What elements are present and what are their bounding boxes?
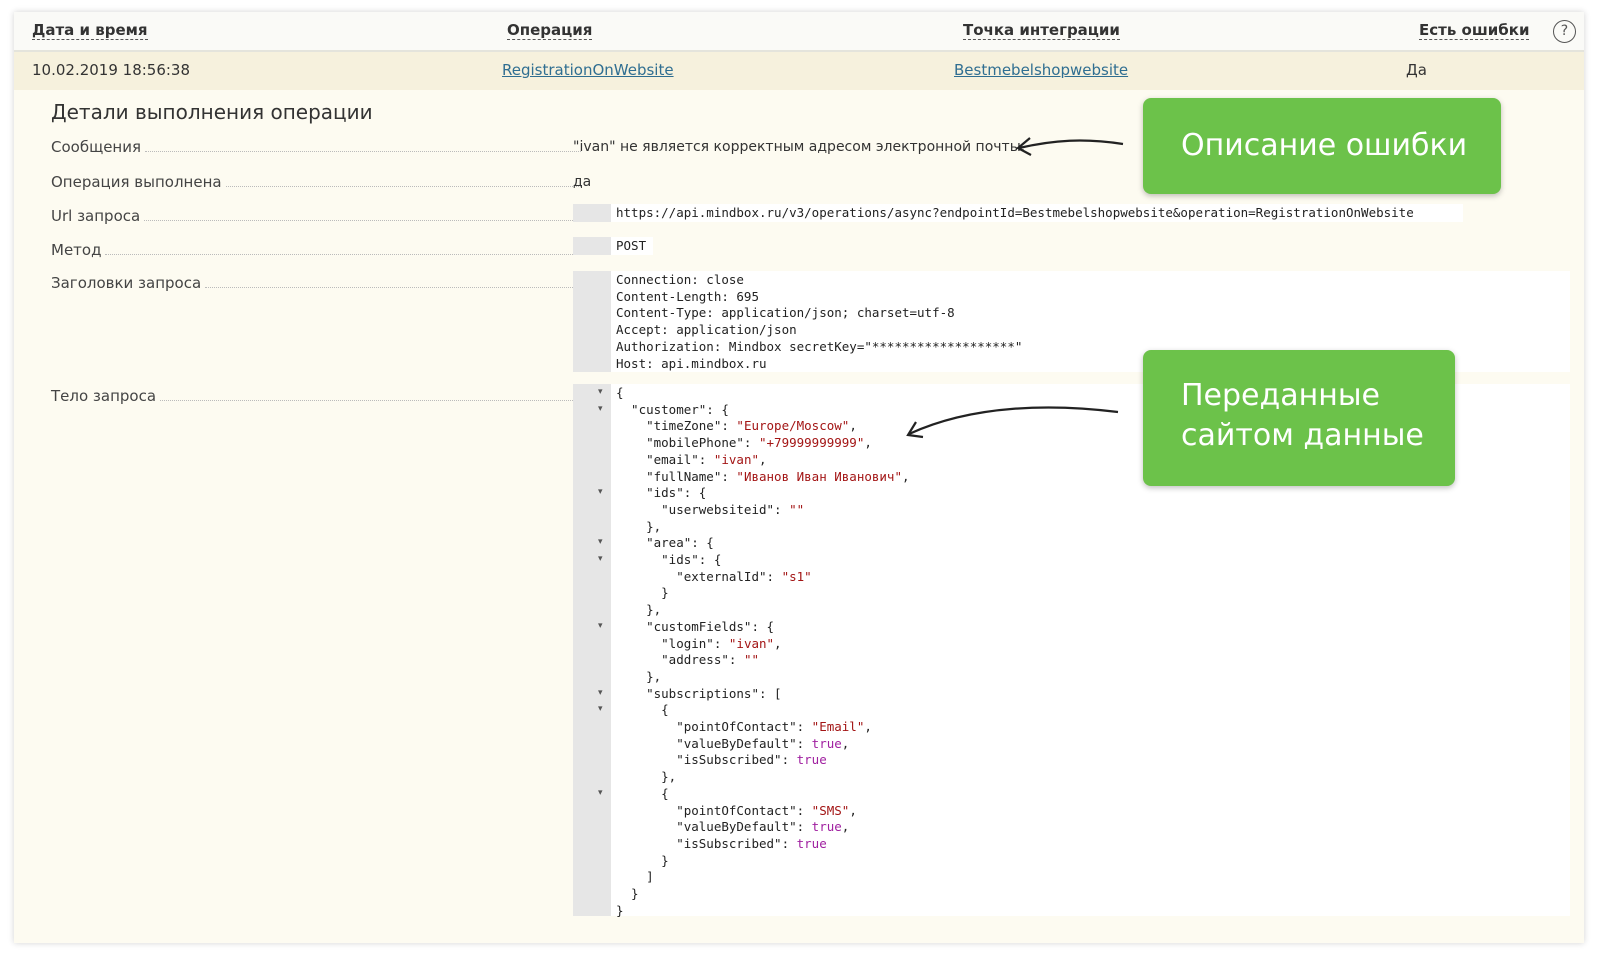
annotation-arrows (906, 137, 1124, 439)
arrow-to-data (908, 406, 1119, 435)
arrow-to-error (1018, 139, 1124, 150)
operation-log-panel: Дата и время Операция Точка интеграции Е… (14, 12, 1584, 943)
